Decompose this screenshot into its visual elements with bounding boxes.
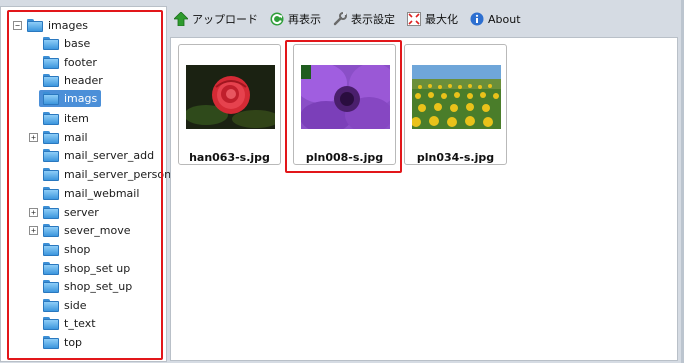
toolbar: アップロード 再表示 表示設定 最大化 About	[168, 6, 678, 32]
refresh-button[interactable]: 再表示	[270, 11, 321, 27]
tree-item-label: shop	[64, 242, 91, 256]
thumbnail-card[interactable]: han063-s.jpg	[178, 44, 281, 165]
thumbnail-card[interactable]: pln034-s.jpg	[404, 44, 507, 165]
tree-item-mail-webmail[interactable]: mail_webmail	[43, 184, 139, 202]
tree-item-label: base	[64, 36, 91, 50]
refresh-label: 再表示	[288, 13, 321, 26]
tree-item-base[interactable]: base	[43, 34, 90, 52]
expand-icon[interactable]: +	[29, 208, 38, 217]
maximize-icon	[407, 12, 421, 26]
tree-root[interactable]: − images	[13, 16, 88, 34]
display-settings-label: 表示設定	[351, 13, 395, 26]
folder-icon	[43, 186, 59, 200]
refresh-icon	[270, 12, 284, 26]
tree-item-header[interactable]: header	[43, 71, 103, 89]
tree-item-label: top	[64, 335, 83, 349]
folder-icon	[43, 335, 59, 349]
tree-item-label: footer	[64, 55, 97, 69]
folder-icon	[43, 167, 59, 181]
tree-item-item[interactable]: item	[43, 109, 89, 127]
maximize-button[interactable]: 最大化	[407, 11, 458, 27]
tree-item-label: mail_server_add	[64, 148, 155, 162]
thumbnail-name: pln008-s.jpg	[305, 151, 384, 164]
upload-arrow-icon	[174, 12, 188, 26]
tree-item-shop[interactable]: shop	[43, 240, 90, 258]
tree-item-label: item	[64, 111, 89, 125]
about-button[interactable]: About	[470, 12, 521, 26]
tree-item-label: imags	[64, 92, 98, 105]
about-label: About	[488, 12, 521, 26]
tree-item-label: server	[64, 205, 99, 219]
tree-item-shop-set-up-space[interactable]: shop_set up	[43, 259, 130, 277]
tree-item-shop-set-up[interactable]: shop_set_up	[43, 277, 132, 295]
wrench-icon	[333, 12, 347, 26]
tree-item-label: mail_webmail	[64, 186, 140, 200]
rose-image	[186, 65, 275, 129]
tree-item-server[interactable]: + server	[29, 203, 99, 221]
thumbnail-panel: han063-s.jpg pln008-s.jpg pln034-s.jpg	[170, 37, 678, 361]
anemone-image	[301, 65, 390, 129]
thumbnail-name: pln034-s.jpg	[416, 151, 495, 164]
tree-item-label: t_text	[64, 316, 96, 330]
maximize-label: 最大化	[425, 13, 458, 26]
folder-icon	[43, 261, 59, 275]
thumbnail-name: han063-s.jpg	[189, 151, 270, 164]
tree-item-label: header	[64, 73, 103, 87]
folder-icon	[43, 316, 59, 330]
folder-icon	[43, 205, 59, 219]
tree-item-sever-move[interactable]: + sever_move	[29, 221, 131, 239]
tree-item-label: shop_set up	[64, 261, 131, 275]
info-icon	[470, 12, 484, 26]
tree-item-label: shop_set_up	[64, 279, 133, 293]
upload-label: アップロード	[192, 13, 258, 26]
tree-root-label: images	[48, 18, 88, 32]
tree-item-imags[interactable]: imags	[39, 90, 102, 107]
folder-icon	[43, 223, 59, 237]
expand-icon[interactable]: +	[29, 226, 38, 235]
tree-item-mail-server-personal[interactable]: mail_server_personal	[43, 165, 181, 183]
folder-icon	[43, 242, 59, 256]
tree-item-side[interactable]: side	[43, 296, 87, 314]
sunflower-image	[412, 65, 501, 129]
folder-icon	[43, 148, 59, 162]
folder-icon	[43, 73, 59, 87]
folder-icon	[43, 92, 59, 105]
folder-tree: − images base footer header imags item +…	[0, 6, 181, 362]
tree-item-t-text[interactable]: t_text	[43, 314, 96, 332]
tree-item-top[interactable]: top	[43, 333, 82, 351]
collapse-icon[interactable]: −	[13, 21, 22, 30]
tree-item-footer[interactable]: footer	[43, 53, 97, 71]
folder-icon	[43, 36, 59, 50]
tree-item-label: sever_move	[64, 223, 131, 237]
folder-icon	[43, 130, 59, 144]
tree-item-label: mail_server_personal	[64, 167, 181, 181]
expand-icon[interactable]: +	[29, 133, 38, 142]
thumbnail-card-selected[interactable]: pln008-s.jpg	[293, 44, 396, 165]
folder-icon	[43, 55, 59, 69]
tree-item-mail[interactable]: + mail	[29, 128, 88, 146]
tree-item-label: side	[64, 298, 87, 312]
tree-item-mail-server-add[interactable]: mail_server_add	[43, 146, 154, 164]
tree-item-label: mail	[64, 130, 88, 144]
display-settings-button[interactable]: 表示設定	[333, 11, 395, 27]
folder-icon	[43, 298, 59, 312]
folder-icon	[43, 279, 59, 293]
folder-icon	[43, 111, 59, 125]
upload-button[interactable]: アップロード	[174, 11, 258, 27]
folder-icon	[27, 18, 43, 32]
